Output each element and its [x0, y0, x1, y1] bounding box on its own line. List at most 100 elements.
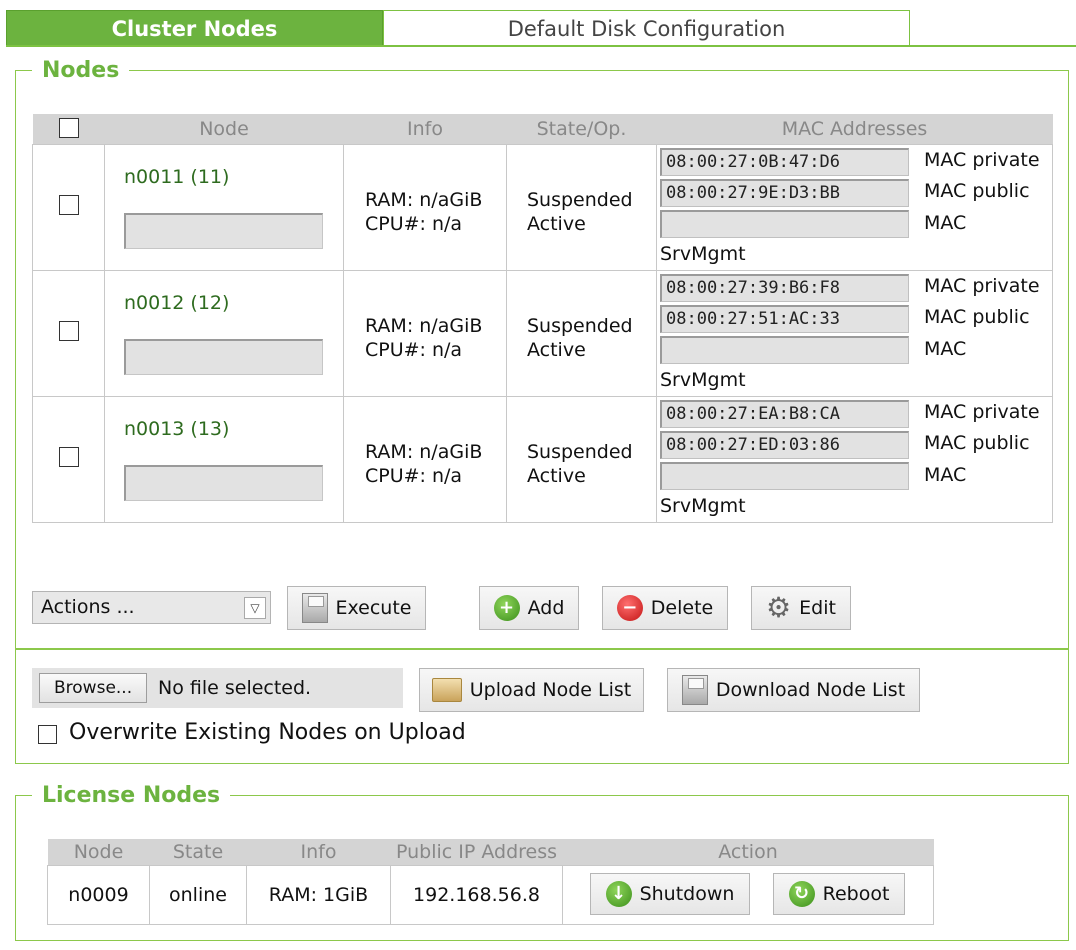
node-operation: Active	[527, 212, 586, 235]
floppy-disk-icon	[301, 593, 328, 623]
row-select-cell	[32, 269, 105, 397]
actions-select[interactable]: Actions ... ▽	[32, 591, 271, 624]
license-column-info: Info	[246, 839, 391, 865]
nodes-header-row: Node Info State/Op. MAC Addresses	[32, 114, 1053, 144]
mac-private-input[interactable]: 08:00:27:39:B6:F8	[660, 273, 909, 302]
execute-button-label: Execute	[335, 597, 412, 619]
reboot-button[interactable]: ↻ Reboot	[773, 872, 905, 915]
mac-private-input[interactable]: 08:00:27:EA:B8:CA	[660, 399, 909, 428]
node-operation: Active	[527, 338, 586, 361]
edit-button-label: Edit	[799, 597, 836, 619]
row-select-cell	[32, 143, 105, 271]
license-column-node: Node	[47, 839, 150, 865]
ram-info: RAM: n/aGiB	[365, 314, 483, 337]
node-operation: Active	[527, 464, 586, 487]
file-input[interactable]: Browse... No file selected.	[32, 668, 403, 708]
mac-srvmgmt-input[interactable]	[660, 335, 909, 364]
overwrite-checkbox[interactable]	[38, 725, 57, 744]
mac-srvmgmt-input[interactable]	[660, 209, 909, 238]
ram-info: RAM: n/aGiB	[365, 188, 483, 211]
nodes-legend: Nodes	[32, 58, 130, 84]
file-status-text: No file selected.	[158, 677, 312, 699]
license-node-info: RAM: 1GiB	[246, 864, 391, 925]
license-column-ip: Public IP Address	[390, 839, 563, 865]
shutdown-button[interactable]: ↓ Shutdown	[590, 872, 750, 915]
mac-public-input[interactable]: 08:00:27:51:AC:33	[660, 304, 909, 333]
state-cell: Suspended Active	[506, 395, 657, 523]
add-button-label: Add	[527, 597, 565, 619]
node-state: Suspended	[527, 188, 633, 211]
node-text-input[interactable]	[124, 464, 323, 501]
ram-info: RAM: n/aGiB	[365, 440, 483, 463]
chevron-down-icon[interactable]: ▽	[244, 597, 266, 619]
state-cell: Suspended Active	[506, 269, 657, 397]
row-checkbox[interactable]	[58, 446, 79, 467]
node-name[interactable]: n0012 (12)	[124, 292, 229, 314]
row-checkbox[interactable]	[58, 320, 79, 341]
upload-button-label: Upload Node List	[469, 679, 632, 701]
node-text-input[interactable]	[124, 338, 323, 375]
tab-underline	[6, 45, 1076, 47]
mac-cell: 08:00:27:0B:47:D6 MAC private 08:00:27:9…	[656, 143, 1053, 271]
table-row: n0012 (12) RAM: n/aGiB CPU#: n/a Suspende…	[32, 269, 1053, 397]
node-name[interactable]: n0013 (13)	[124, 418, 229, 440]
cpu-info: CPU#: n/a	[365, 212, 463, 235]
gear-icon: ⚙	[766, 591, 792, 624]
tab-bar: Cluster Nodes Default Disk Configuration	[6, 10, 1076, 47]
refresh-icon: ↻	[788, 880, 815, 907]
select-all-cell	[32, 114, 105, 144]
mac-private-label: MAC private	[924, 148, 1040, 171]
table-row: n0011 (11) RAM: n/aGiB CPU#: n/a Suspende…	[32, 143, 1053, 271]
delete-button-label: Delete	[650, 597, 714, 619]
delete-button[interactable]: − Delete	[602, 586, 728, 630]
node-state: Suspended	[527, 440, 633, 463]
download-button-label: Download Node List	[715, 679, 906, 701]
tab-cluster-nodes[interactable]: Cluster Nodes	[6, 10, 383, 47]
floppy-disk-icon	[681, 675, 708, 705]
mac-private-input[interactable]: 08:00:27:0B:47:D6	[660, 147, 909, 176]
column-header-state: State/Op.	[506, 114, 657, 144]
info-cell: RAM: n/aGiB CPU#: n/a	[343, 395, 507, 523]
nodes-divider	[16, 648, 1068, 650]
mac-srvmgmt-label-cont: SrvMgmt	[660, 368, 746, 391]
info-cell: RAM: n/aGiB CPU#: n/a	[343, 143, 507, 271]
cpu-info: CPU#: n/a	[365, 464, 463, 487]
license-nodes-table: Node State Info Public IP Address Action…	[47, 839, 934, 925]
node-name[interactable]: n0011 (11)	[124, 166, 229, 188]
minus-icon: −	[616, 595, 643, 621]
column-header-mac: MAC Addresses	[656, 114, 1053, 144]
reboot-button-label: Reboot	[822, 882, 890, 905]
folder-icon	[431, 678, 462, 702]
mac-srvmgmt-label: MAC	[924, 463, 967, 486]
mac-public-input[interactable]: 08:00:27:9E:D3:BB	[660, 178, 909, 207]
overwrite-label[interactable]: Overwrite Existing Nodes on Upload	[69, 720, 466, 745]
mac-private-label: MAC private	[924, 400, 1040, 423]
mac-srvmgmt-input[interactable]	[660, 461, 909, 490]
add-button[interactable]: + Add	[479, 586, 579, 630]
select-all-checkbox[interactable]	[58, 118, 79, 139]
download-node-list-button[interactable]: Download Node List	[667, 668, 920, 712]
column-header-node: Node	[104, 114, 344, 144]
node-state: Suspended	[527, 314, 633, 337]
row-checkbox[interactable]	[58, 194, 79, 215]
browse-button[interactable]: Browse...	[39, 673, 148, 703]
node-cell: n0012 (12)	[104, 269, 344, 397]
node-cell: n0011 (11)	[104, 143, 344, 271]
execute-button[interactable]: Execute	[287, 586, 426, 630]
table-row: n0009 online RAM: 1GiB 192.168.56.8 ↓ Sh…	[47, 864, 934, 925]
license-node-state: online	[149, 864, 247, 925]
cpu-info: CPU#: n/a	[365, 338, 463, 361]
tab-default-disk-configuration[interactable]: Default Disk Configuration	[383, 10, 910, 47]
node-text-input[interactable]	[124, 212, 323, 249]
mac-public-input[interactable]: 08:00:27:ED:03:86	[660, 430, 909, 459]
upload-node-list-button[interactable]: Upload Node List	[419, 668, 644, 712]
edit-button[interactable]: ⚙ Edit	[751, 586, 851, 630]
mac-srvmgmt-label: MAC	[924, 337, 967, 360]
table-row: n0013 (13) RAM: n/aGiB CPU#: n/a Suspende…	[32, 395, 1053, 523]
license-node-ip: 192.168.56.8	[390, 864, 563, 925]
actions-select-value: Actions ...	[41, 596, 135, 618]
license-column-state: State	[149, 839, 247, 865]
column-header-info: Info	[343, 114, 507, 144]
row-select-cell	[32, 395, 105, 523]
power-down-icon: ↓	[605, 880, 632, 907]
